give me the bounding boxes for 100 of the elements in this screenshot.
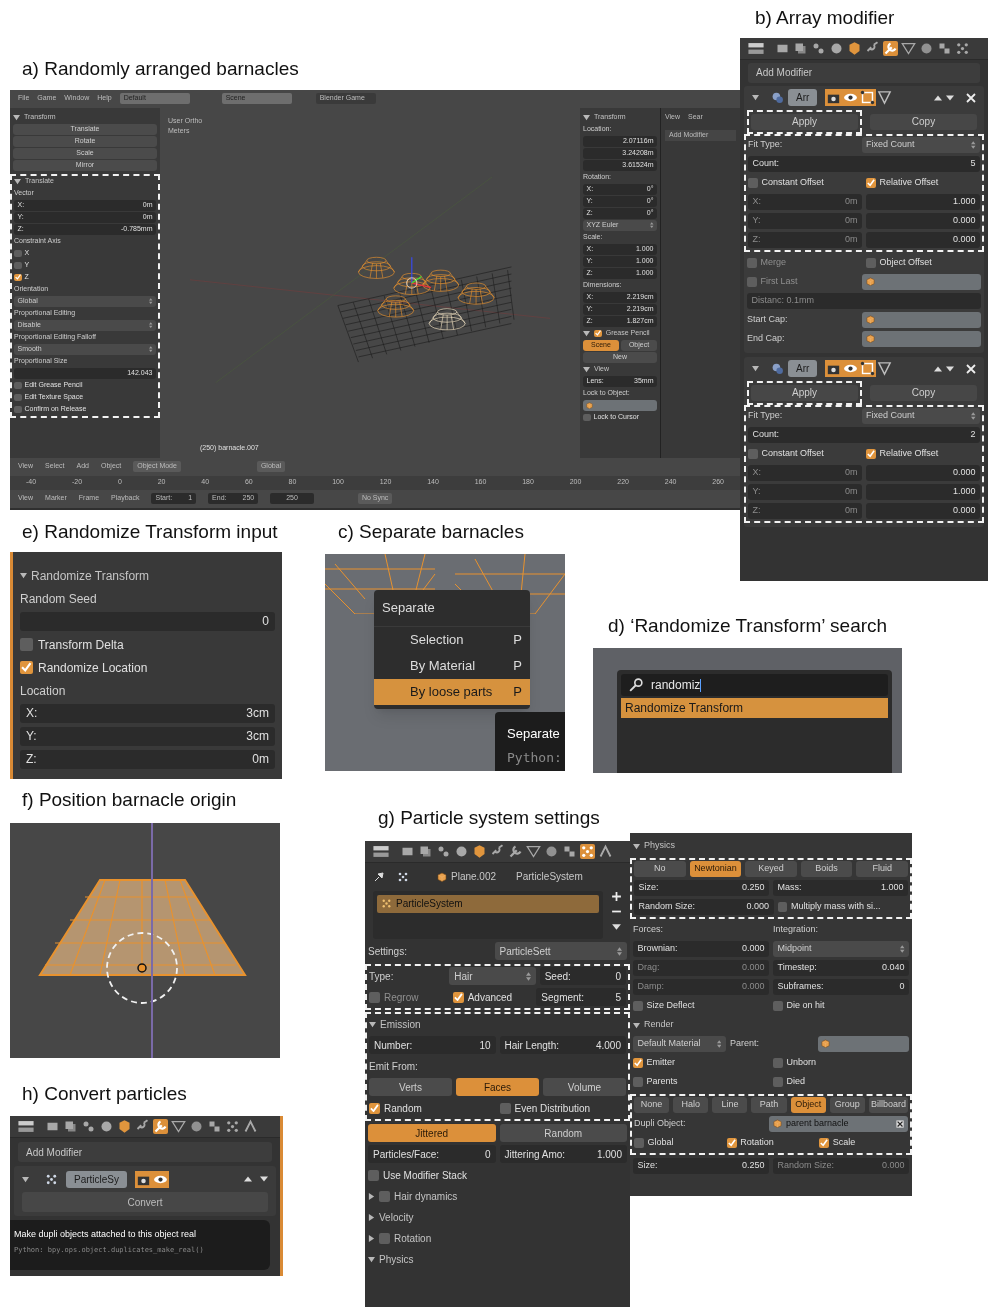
render-toggle-icon[interactable]	[135, 1170, 152, 1188]
disclosure-triangle-icon[interactable]	[20, 572, 27, 579]
number-field[interactable]: Count: 5	[748, 155, 980, 173]
toggle-button[interactable]: Fluid	[856, 860, 908, 878]
toggle-button[interactable]: Volume	[543, 1078, 626, 1096]
checkbox[interactable]	[379, 1190, 390, 1202]
properties-tab-icon[interactable]	[207, 1119, 222, 1134]
disclosure-triangle-icon[interactable]	[633, 1021, 640, 1029]
section-title[interactable]: Velocity	[379, 1209, 414, 1225]
toggle-button[interactable]: Random	[499, 1124, 627, 1142]
checkbox[interactable]	[773, 1001, 783, 1011]
properties-tab-icon[interactable]	[63, 1119, 78, 1134]
properties-tab-icon[interactable]	[171, 1119, 186, 1134]
move-up-icon[interactable]	[934, 364, 942, 373]
dropdown-field[interactable]: Midpoint	[773, 940, 909, 958]
close-icon[interactable]	[966, 363, 976, 374]
breadcrumb-item[interactable]: ParticleSystem	[516, 869, 583, 884]
properties-tab-icon[interactable]	[81, 1119, 96, 1134]
checkbox[interactable]	[583, 413, 591, 422]
disclosure-triangle-icon[interactable]	[368, 1255, 375, 1263]
checkbox[interactable]	[14, 273, 22, 282]
add-modifier-dropdown[interactable]: Add Modifier	[18, 1142, 272, 1162]
list-item[interactable]: ParticleSystem	[377, 894, 599, 913]
number-field[interactable]: 0.000	[866, 464, 980, 482]
checkbox[interactable]	[452, 991, 464, 1003]
disclosure-triangle-icon[interactable]	[368, 1213, 375, 1221]
object-field[interactable]	[862, 330, 981, 348]
checkbox[interactable]	[633, 1058, 643, 1068]
toggle-button[interactable]: Path	[751, 1096, 787, 1114]
toggle-button[interactable]: Halo	[673, 1096, 709, 1114]
viewport-toggle-icon[interactable]	[152, 1170, 169, 1188]
move-up-icon[interactable]	[934, 93, 942, 102]
checkbox[interactable]	[14, 393, 22, 402]
properties-tab-icon[interactable]	[526, 843, 541, 859]
viewport-toggle-icon[interactable]	[842, 360, 860, 377]
properties-tab-icon[interactable]	[243, 1119, 258, 1134]
number-field[interactable]: 0.000	[866, 212, 980, 230]
number-field[interactable]: 0	[20, 611, 275, 632]
disclosure-triangle-icon[interactable]	[22, 1175, 29, 1183]
checkbox[interactable]	[633, 1001, 643, 1011]
disclosure-triangle-icon[interactable]	[583, 114, 590, 121]
checkbox[interactable]	[379, 1232, 390, 1244]
number-field[interactable]: Mass: 1.000	[773, 879, 908, 897]
properties-tab-icon[interactable]	[580, 843, 595, 859]
disclosure-triangle-icon[interactable]	[583, 330, 590, 337]
number-field[interactable]: Size: 0.250	[634, 879, 769, 897]
toggle-button[interactable]: Boids	[800, 860, 853, 878]
toggle-button[interactable]: None	[634, 1096, 670, 1114]
number-field[interactable]: Brownian: 0.000	[633, 940, 769, 958]
object-field[interactable]	[817, 1035, 909, 1053]
copy-button[interactable]: Copy	[870, 113, 977, 130]
toggle-button[interactable]: Billboard	[868, 1096, 908, 1114]
copy-button[interactable]: Copy	[870, 384, 977, 401]
object-field[interactable]	[862, 311, 981, 329]
modifier-name-field[interactable]: ParticleSy	[66, 1170, 127, 1188]
search-field[interactable]: randomiz	[621, 674, 888, 696]
checkbox[interactable]	[368, 1169, 379, 1181]
checkbox[interactable]	[369, 1102, 380, 1114]
editmode-toggle-icon[interactable]	[859, 89, 877, 106]
checkbox[interactable]	[594, 329, 602, 338]
move-up-icon[interactable]	[244, 1175, 252, 1183]
add-modifier-dropdown[interactable]: Add Modifier	[748, 62, 980, 83]
checkbox[interactable]	[20, 637, 34, 652]
checkbox[interactable]	[777, 902, 788, 912]
cage-toggle-icon[interactable]	[876, 89, 894, 106]
toggle-button[interactable]: Keyed	[745, 860, 797, 878]
number-field[interactable]: Y: 3cm	[20, 726, 275, 747]
section-title[interactable]: Physics	[379, 1251, 414, 1267]
menu-item[interactable]: Selection P	[374, 626, 530, 653]
number-field[interactable]: Z: 0m	[20, 749, 275, 770]
convert-button[interactable]: Convert	[22, 1192, 268, 1212]
add-icon[interactable]	[611, 890, 622, 902]
number-field[interactable]: 0.000	[866, 231, 980, 249]
checkbox[interactable]	[14, 405, 22, 414]
disclosure-triangle-icon[interactable]	[13, 114, 20, 121]
disclosure-triangle-icon[interactable]	[752, 365, 759, 372]
properties-tab-icon[interactable]	[847, 40, 862, 56]
checkbox[interactable]	[14, 249, 22, 258]
checkbox[interactable]	[819, 1138, 830, 1148]
properties-tab-icon[interactable]	[225, 1119, 240, 1134]
number-field[interactable]: Hair Length: 4.000	[499, 1036, 626, 1054]
disclosure-triangle-icon[interactable]	[752, 94, 759, 101]
toggle-button[interactable]: No	[634, 860, 686, 878]
properties-tab-icon[interactable]	[901, 40, 916, 56]
section-title[interactable]: Emission	[380, 1016, 421, 1032]
editor-type-icon[interactable]	[748, 41, 764, 55]
checkbox[interactable]	[748, 178, 758, 188]
number-field[interactable]: 0.000	[866, 502, 980, 520]
object-field[interactable]: parent barnacle	[769, 1115, 908, 1133]
number-field[interactable]: X: 3cm	[20, 703, 275, 724]
move-down-icon[interactable]	[946, 364, 954, 373]
editor-type-icon[interactable]	[373, 844, 389, 858]
checkbox[interactable]	[748, 449, 758, 459]
editmode-toggle-icon[interactable]	[859, 360, 877, 377]
section-title[interactable]: Physics	[644, 839, 675, 853]
toggle-button[interactable]: Jittered	[368, 1124, 496, 1142]
checkbox[interactable]	[633, 1077, 643, 1087]
number-field[interactable]: Size: 0.250	[633, 1157, 769, 1175]
toggle-button[interactable]: Verts	[369, 1078, 452, 1096]
render-toggle-icon[interactable]	[825, 360, 843, 377]
